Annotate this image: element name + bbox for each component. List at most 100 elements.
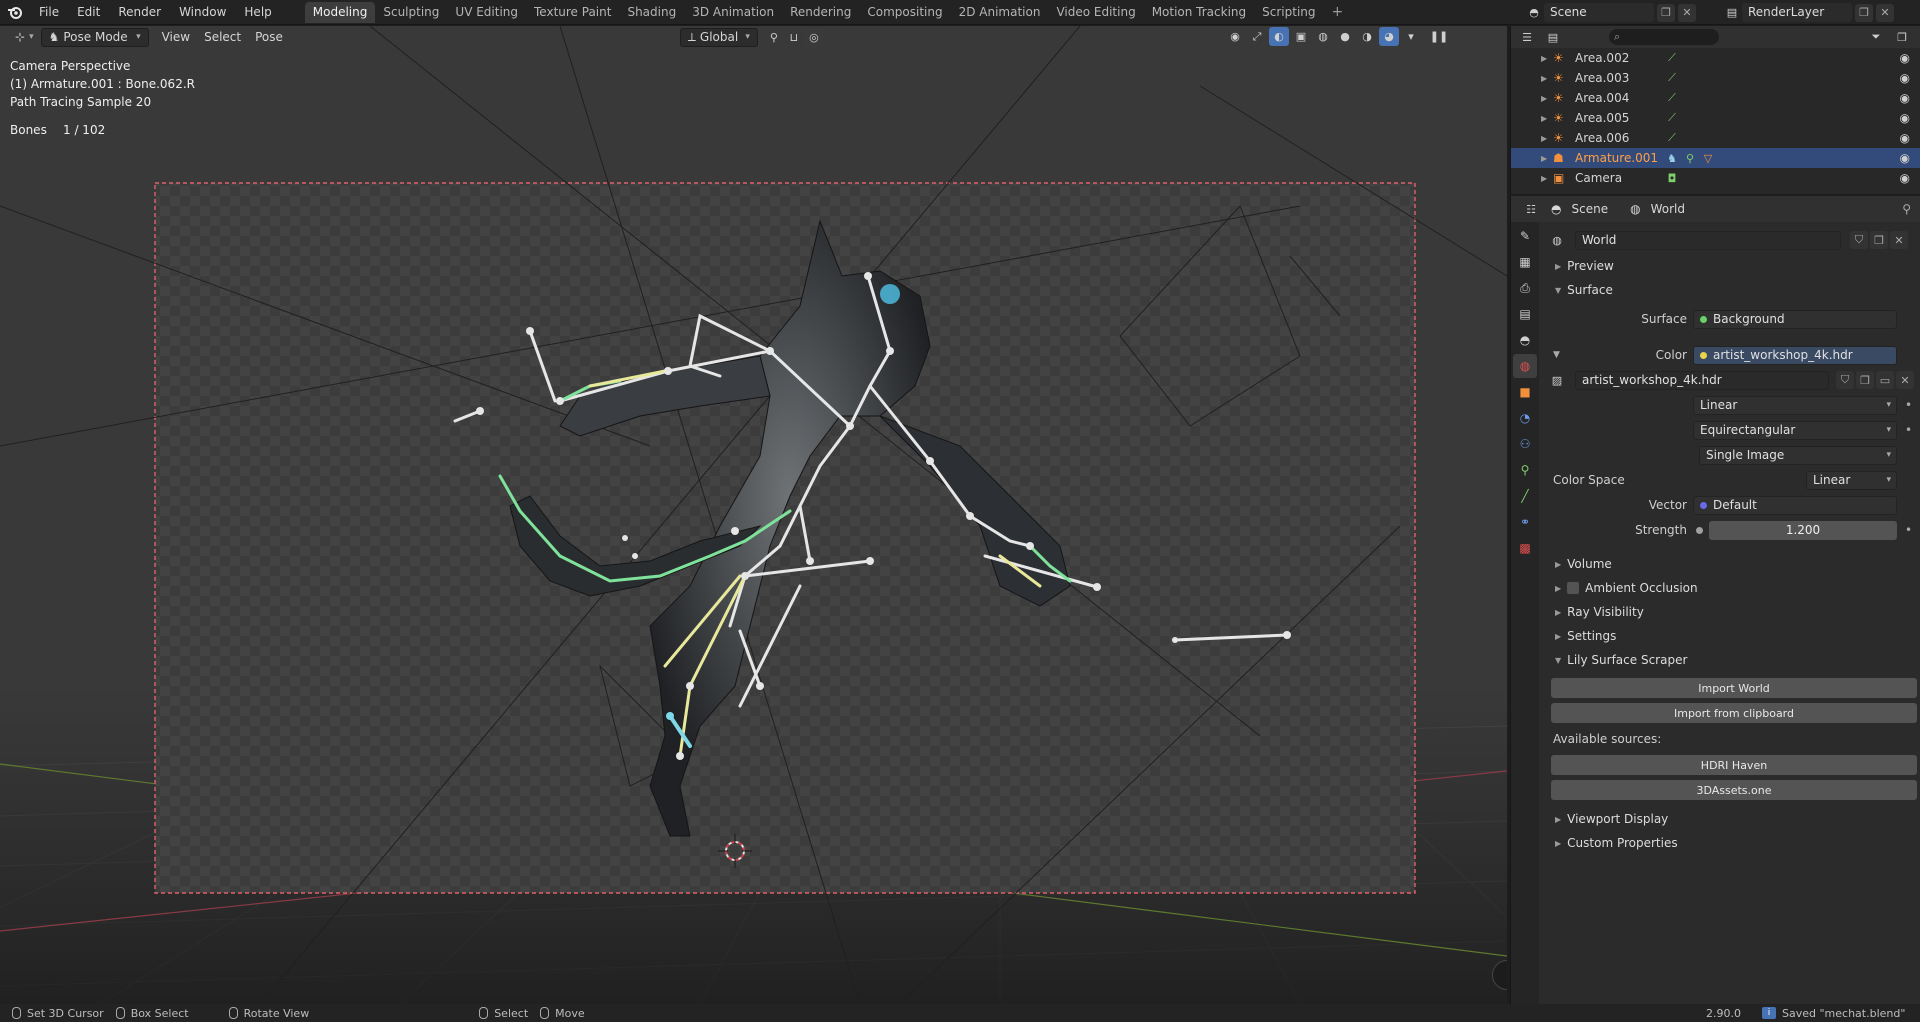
outliner-row-camera[interactable]: ▶ ▣ Camera ◘ ◉ [1511, 168, 1920, 188]
expand-arrow-icon[interactable]: ▶ [1541, 174, 1553, 183]
physics-tab-icon[interactable]: ◔ [1513, 406, 1537, 430]
scene-icon[interactable]: ◓ [1524, 3, 1544, 22]
snap-icon[interactable]: ⊔ [784, 28, 804, 47]
constraints-tab-icon[interactable]: ⚇ [1513, 432, 1537, 456]
light-data-icon[interactable]: ⟋ [1665, 51, 1679, 65]
add-workspace-button[interactable]: + [1324, 4, 1352, 20]
scene-field[interactable]: Scene [1544, 3, 1654, 22]
transform-orientation-dropdown[interactable]: ⟂ Global ▾ [679, 27, 758, 47]
light-data-icon[interactable]: ⟋ [1665, 131, 1679, 145]
ambient-occlusion-checkbox[interactable] [1567, 582, 1580, 594]
panel-ambient-occlusion[interactable]: ▶ Ambient Occlusion [1543, 577, 1920, 599]
tab-compositing[interactable]: Compositing [859, 2, 950, 23]
menu-file[interactable]: File [30, 0, 68, 25]
expand-arrow-icon[interactable]: ▶ [1541, 114, 1553, 123]
rendered-shading-icon[interactable]: ◕ [1379, 27, 1399, 46]
tab-3d-animation[interactable]: 3D Animation [684, 2, 782, 23]
import-from-clipboard-button[interactable]: Import from clipboard [1551, 703, 1917, 723]
texture-tab-icon[interactable]: ▩ [1513, 536, 1537, 560]
image-name-field[interactable]: artist_workshop_4k.hdr [1575, 370, 1829, 390]
wireframe-shading-icon[interactable]: ◍ [1313, 27, 1333, 46]
eye-icon[interactable]: ◉ [1900, 131, 1910, 145]
camera-data-icon[interactable]: ◘ [1665, 171, 1679, 185]
tab-uv-editing[interactable]: UV Editing [447, 2, 526, 23]
view-layer-field[interactable]: RenderLayer [1742, 3, 1852, 22]
new-view-layer-icon[interactable]: ❐ [1855, 3, 1873, 22]
display-mode-icon[interactable]: ▤ [1543, 28, 1563, 47]
panel-preview[interactable]: ▶ Preview [1543, 255, 1920, 277]
interpolation-dropdown[interactable]: Linear ▾ [1693, 395, 1897, 415]
tab-video-editing[interactable]: Video Editing [1048, 2, 1143, 23]
tab-scripting[interactable]: Scripting [1254, 2, 1323, 23]
outliner-editor-icon[interactable]: ☰ [1517, 28, 1537, 47]
tab-texture-paint[interactable]: Texture Paint [526, 2, 619, 23]
eye-icon[interactable]: ◉ [1900, 91, 1910, 105]
light-data-icon[interactable]: ⟋ [1665, 111, 1679, 125]
output-tab-icon[interactable]: ⎙ [1513, 276, 1537, 300]
duplicate-icon[interactable]: ❐ [1870, 231, 1888, 249]
expand-arrow-icon[interactable]: ▶ [1541, 74, 1553, 83]
world-name-field[interactable]: World [1575, 230, 1841, 250]
outliner-row-area-002[interactable]: ▶ ☀ Area.002 ⟋ ◉ [1511, 48, 1920, 68]
image-source-dropdown[interactable]: Single Image ▾ [1699, 445, 1897, 465]
panel-settings[interactable]: ▶ Settings [1543, 625, 1920, 647]
vector-input-field[interactable]: Default [1693, 495, 1897, 515]
pivot-point-icon[interactable]: ⚲ [764, 28, 784, 47]
armature-data-tab-icon[interactable]: ⚲ [1513, 458, 1537, 482]
tab-rendering[interactable]: Rendering [782, 2, 859, 23]
bone-tab-icon[interactable]: ╱ [1513, 484, 1537, 508]
outliner-row-armature-001[interactable]: ▶ ☗ Armature.001 ♞ ⚲ ▽ ◉ [1511, 148, 1920, 168]
bone-constraints-tab-icon[interactable]: ⚭ [1513, 510, 1537, 534]
shading-options-icon[interactable]: ▾ [1401, 27, 1421, 46]
hdri-haven-button[interactable]: HDRI Haven [1551, 755, 1917, 775]
expand-arrow-icon[interactable]: ▶ [1541, 54, 1553, 63]
delete-scene-icon[interactable]: ✕ [1678, 3, 1696, 22]
light-data-icon[interactable]: ⟋ [1665, 91, 1679, 105]
color-input-field[interactable]: artist_workshop_4k.hdr [1693, 345, 1897, 365]
outliner-row-area-005[interactable]: ▶ ☀ Area.005 ⟋ ◉ [1511, 108, 1920, 128]
panel-lily-surface-scraper[interactable]: ▼ Lily Surface Scraper [1543, 649, 1920, 671]
unlink-icon[interactable]: ✕ [1890, 231, 1908, 249]
proportional-edit-icon[interactable]: ◎ [803, 27, 824, 47]
panel-viewport-display[interactable]: ▶ Viewport Display [1543, 808, 1920, 830]
xray-icon[interactable]: ▣ [1291, 27, 1311, 46]
3dassets-one-button[interactable]: 3DAssets.one [1551, 780, 1917, 800]
image-unlink-icon[interactable]: ✕ [1896, 371, 1914, 389]
render-tab-icon[interactable]: ▦ [1513, 250, 1537, 274]
object-tab-icon[interactable]: ■ [1513, 380, 1537, 404]
solid-shading-icon[interactable]: ● [1335, 27, 1355, 46]
3d-viewport[interactable]: ⊹ ▾ ♞ Pose Mode ▾ View Select Pose ⟂ Glob… [0, 26, 1507, 1022]
eye-icon[interactable]: ◉ [1900, 51, 1910, 65]
properties-editor-icon[interactable]: ☷ [1521, 200, 1541, 219]
blender-logo-icon[interactable] [0, 0, 30, 25]
new-scene-icon[interactable]: ❐ [1657, 3, 1675, 22]
menu-window[interactable]: Window [170, 0, 235, 25]
color-space-dropdown[interactable]: Linear ▾ [1806, 470, 1897, 490]
expand-arrow-icon[interactable]: ▶ [1541, 94, 1553, 103]
eye-icon[interactable]: ◉ [1900, 151, 1910, 165]
outliner-row-area-006[interactable]: ▶ ☀ Area.006 ⟋ ◉ [1511, 128, 1920, 148]
expand-arrow-icon[interactable]: ▶ [1541, 134, 1553, 143]
pose-icon[interactable]: ♞ [1665, 151, 1679, 165]
expanded-arrow-icon[interactable]: ▼ [1553, 350, 1560, 360]
expand-arrow-icon[interactable]: ▶ [1541, 154, 1553, 163]
menu-pose[interactable]: Pose [248, 28, 290, 47]
menu-select[interactable]: Select [197, 28, 248, 47]
tool-tab-icon[interactable]: ✎ [1513, 224, 1537, 248]
panel-surface[interactable]: ▼ Surface [1543, 279, 1920, 301]
new-collection-icon[interactable]: ❐ [1892, 28, 1912, 47]
projection-dropdown[interactable]: Equirectangular ▾ [1693, 420, 1897, 440]
view-layer-icon[interactable]: ▤ [1722, 3, 1742, 22]
menu-help[interactable]: Help [235, 0, 280, 25]
outliner-row-area-003[interactable]: ▶ ☀ Area.003 ⟋ ◉ [1511, 68, 1920, 88]
world-browse-icon[interactable]: ◍ [1547, 231, 1567, 250]
world-tab-icon[interactable]: ◍ [1513, 354, 1537, 378]
armature-data-icon[interactable]: ⚲ [1683, 151, 1697, 165]
tab-shading[interactable]: Shading [619, 2, 684, 23]
image-browse-icon[interactable]: ▨ [1547, 371, 1567, 390]
filter-icon[interactable]: ⏷ [1866, 28, 1886, 47]
fake-user-icon[interactable]: ⛉ [1850, 231, 1868, 249]
overlays-icon[interactable]: ◐ [1269, 27, 1289, 46]
pause-render-icon[interactable]: ❚❚ [1429, 27, 1449, 46]
surface-shader-field[interactable]: Background [1693, 309, 1897, 329]
